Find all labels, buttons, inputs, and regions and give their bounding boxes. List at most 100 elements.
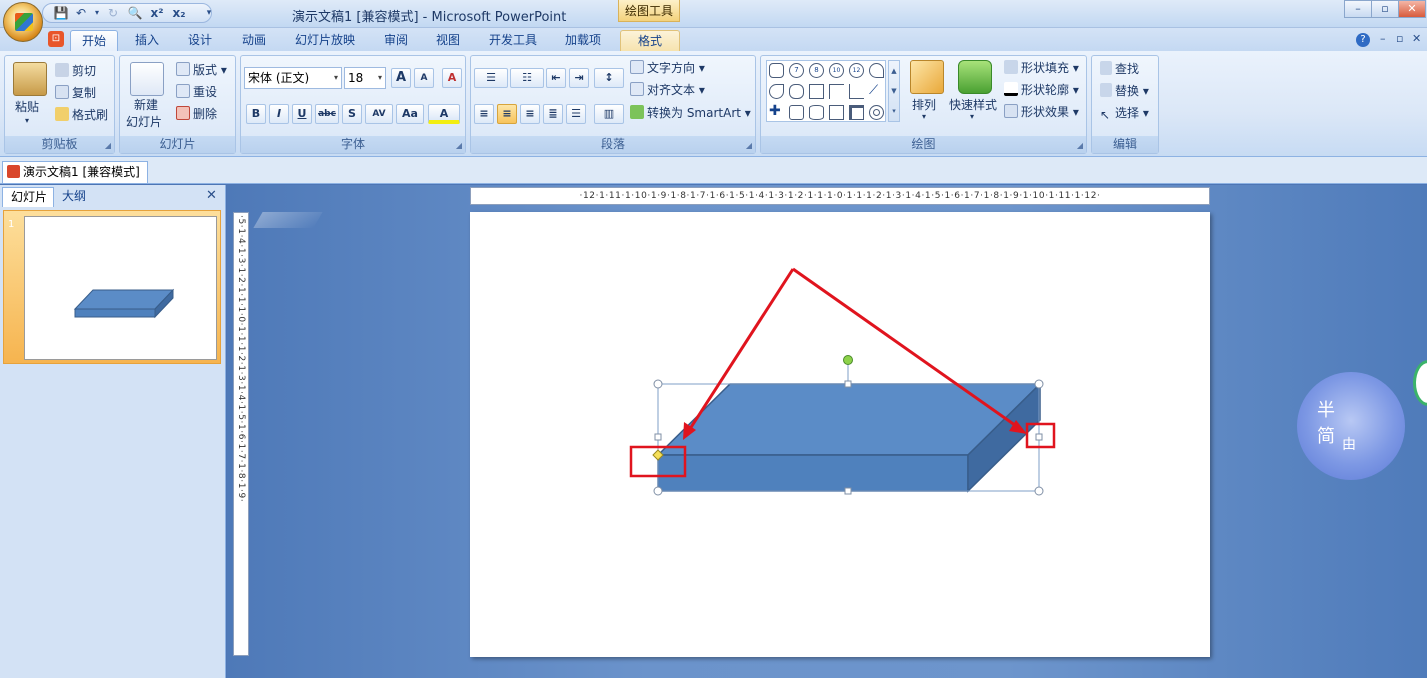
replace-button[interactable]: 替换 ▾ — [1100, 82, 1149, 99]
select-button[interactable]: ↖ 选择 ▾ — [1100, 104, 1149, 122]
convert-smartart-button[interactable]: 转换为 SmartArt ▾ — [630, 104, 751, 121]
resize-handle-tl[interactable] — [653, 379, 663, 389]
line-spacing-button[interactable]: ↕ — [594, 68, 624, 88]
reset-button[interactable]: 重设 — [176, 83, 217, 100]
diagonal-stripe-shape-icon[interactable]: ⟋ — [869, 84, 884, 99]
shape-fill-button[interactable]: 形状填充 ▾ — [1004, 59, 1079, 76]
new-slide-label-2[interactable]: 幻灯片 — [126, 113, 162, 130]
save-icon[interactable]: 💾 — [52, 5, 70, 21]
italic-button[interactable]: I — [269, 104, 289, 124]
star12-shape-icon[interactable]: 12 — [849, 63, 864, 78]
shape-outline-button[interactable]: 形状轮廓 ▾ — [1004, 81, 1079, 98]
customize-icon[interactable]: ▾ — [200, 5, 218, 21]
quick-styles-dropdown-icon[interactable]: ▾ — [970, 112, 974, 121]
redo-icon[interactable]: ↻ — [104, 5, 122, 21]
plaque-shape-icon[interactable] — [789, 105, 804, 120]
arrange-icon[interactable] — [910, 60, 944, 94]
cut-button[interactable]: 剪切 — [55, 62, 96, 79]
align-text-button[interactable]: 对齐文本 ▾ — [630, 81, 705, 98]
tab-addins[interactable]: 加载项 — [558, 30, 608, 52]
quick-styles-button[interactable]: 快速样式 — [949, 96, 997, 113]
ribbon-restore-icon[interactable]: ▫ — [1396, 32, 1403, 45]
underline-button[interactable]: U — [292, 104, 312, 124]
font-name-dropdown-icon[interactable]: ▾ — [334, 68, 338, 88]
resize-handle-bottom[interactable] — [844, 487, 852, 495]
tab-home[interactable]: 开始 — [70, 30, 118, 52]
font-color-button[interactable]: A — [428, 104, 460, 124]
arrange-dropdown-icon[interactable]: ▾ — [922, 112, 926, 121]
shapes-gallery[interactable]: 7 8 10 12 ⟋ ✚ — [766, 60, 886, 122]
l-shape-icon[interactable] — [849, 84, 864, 99]
ribbon-close-icon[interactable]: ✕ — [1412, 32, 1421, 45]
columns-button[interactable]: ▥ — [594, 104, 624, 124]
help-icon[interactable]: ? — [1356, 33, 1370, 47]
tab-review[interactable]: 审阅 — [376, 30, 416, 52]
new-slide-label-1[interactable]: 新建 — [134, 96, 158, 113]
numbering-button[interactable]: ☷ — [510, 68, 544, 88]
donut-shape-icon[interactable] — [869, 105, 884, 120]
slide-thumbnail[interactable] — [24, 216, 217, 360]
slide-canvas[interactable] — [470, 212, 1210, 657]
resize-handle-tr[interactable] — [1034, 379, 1044, 389]
restore-button[interactable]: ▫ — [1371, 0, 1399, 18]
quick-styles-icon[interactable] — [958, 60, 992, 94]
layout-button[interactable]: 版式 ▾ — [176, 61, 227, 78]
decrease-indent-button[interactable]: ⇤ — [546, 68, 566, 88]
align-right-button[interactable]: ≡ — [520, 104, 540, 124]
print-preview-icon[interactable]: 🔍 — [126, 5, 144, 21]
clear-format-button[interactable]: A — [442, 68, 462, 88]
font-size-combo[interactable]: 18 ▾ — [344, 67, 386, 89]
resize-handle-br[interactable] — [1034, 486, 1044, 496]
octagon-shape-icon[interactable] — [789, 84, 804, 99]
resize-handle-top[interactable] — [844, 380, 852, 388]
minimize-button[interactable]: – — [1344, 0, 1372, 18]
star7-shape-icon[interactable]: 7 — [789, 63, 804, 78]
tab-insert[interactable]: 插入 — [128, 30, 166, 52]
resize-handle-right[interactable] — [1035, 433, 1043, 441]
tab-developer[interactable]: 开发工具 — [482, 30, 544, 52]
bold-button[interactable]: B — [246, 104, 266, 124]
tab-format[interactable]: 格式 — [620, 30, 680, 52]
font-name-combo[interactable]: 宋体 (正文) ▾ — [244, 67, 342, 89]
arrange-button[interactable]: 排列 — [912, 96, 936, 113]
tab-slideshow[interactable]: 幻灯片放映 — [288, 30, 362, 52]
new-slide-icon[interactable] — [130, 62, 164, 96]
half-frame-shape-icon[interactable] — [829, 84, 844, 99]
star10-shape-icon[interactable]: 10 — [829, 63, 844, 78]
shape-front-face[interactable] — [657, 454, 969, 492]
tab-outline-pane[interactable]: 大纲 — [54, 187, 110, 207]
bullets-button[interactable]: ☰ — [474, 68, 508, 88]
font-size-dropdown-icon[interactable]: ▾ — [378, 68, 382, 88]
format-painter-button[interactable]: 格式刷 — [55, 106, 108, 123]
hexagon-shape-icon[interactable] — [769, 63, 784, 78]
grow-font-button[interactable]: A — [391, 68, 411, 88]
strikethrough-button[interactable]: abc — [315, 104, 339, 124]
paste-icon[interactable] — [13, 62, 47, 96]
shape-effects-button[interactable]: 形状效果 ▾ — [1004, 103, 1079, 120]
find-button[interactable]: 查找 — [1100, 60, 1139, 77]
ribbon-minimize-icon[interactable]: – — [1380, 32, 1386, 45]
tab-design[interactable]: 设计 — [180, 30, 220, 52]
office-button[interactable] — [3, 2, 43, 42]
distribute-button[interactable]: ☰ — [566, 104, 586, 124]
document-tab[interactable]: 演示文稿1 [兼容模式] — [2, 161, 148, 183]
cross-shape-icon[interactable]: ✚ — [769, 104, 784, 120]
shapes-gallery-scroll[interactable]: ▲ ▼ ▾ — [888, 60, 900, 122]
font-dialog-launcher-icon[interactable]: ◢ — [456, 141, 462, 150]
tab-slides-pane[interactable]: 幻灯片 — [2, 187, 54, 207]
resize-handle-bl[interactable] — [653, 486, 663, 496]
align-left-button[interactable]: ≡ — [474, 104, 494, 124]
increase-indent-button[interactable]: ⇥ — [569, 68, 589, 88]
close-button[interactable]: ✕ — [1398, 0, 1426, 18]
resize-handle-left[interactable] — [654, 433, 662, 441]
change-case-button[interactable]: Aa — [396, 104, 424, 124]
text-direction-button[interactable]: 文字方向 ▾ — [630, 59, 705, 76]
delete-button[interactable]: 删除 — [176, 105, 217, 122]
drawing-dialog-launcher-icon[interactable]: ◢ — [1077, 141, 1083, 150]
align-center-button[interactable]: ≡ — [497, 104, 517, 124]
paste-button[interactable]: 粘贴 — [15, 98, 39, 115]
dialog-launcher-icon[interactable]: ◢ — [105, 141, 111, 150]
teardrop-shape-icon[interactable] — [769, 84, 784, 99]
frame-shape-icon[interactable] — [809, 84, 824, 99]
app-small-icon[interactable]: ⊡ — [48, 31, 64, 47]
